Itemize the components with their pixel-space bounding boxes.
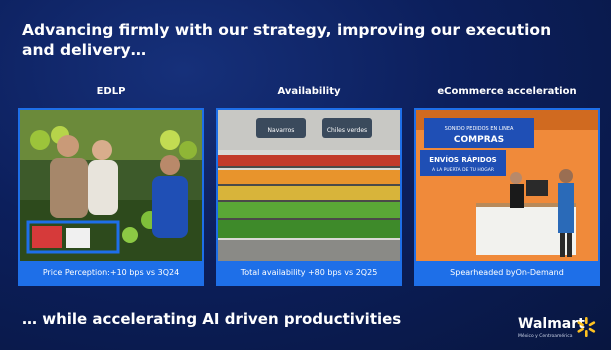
banner-text-4: A LA PUERTA DE TU HOGAR	[432, 167, 494, 173]
store-sign-1: Navarros	[268, 127, 295, 134]
edlp-photo	[20, 110, 202, 261]
walmart-logo: Walmart México y Centroamérica	[518, 316, 608, 346]
availability-photo: Navarros Chiles verdes	[218, 110, 400, 261]
column-label-ecommerce: eCommerce acceleration	[437, 86, 577, 97]
slide-title: Advancing firmly with our strategy, impr…	[22, 21, 552, 59]
caption-edlp: Price Perception:+10 bps vs 3Q24	[20, 261, 202, 284]
column-label-availability: Availability	[277, 86, 341, 97]
spark-icon	[576, 317, 596, 337]
banner-text-1: SONIDO PEDIDOS EN LINEA	[445, 126, 514, 132]
panel-availability: Navarros Chiles verdes Total availabilit…	[216, 108, 402, 286]
column-label-edlp: EDLP	[96, 86, 126, 97]
slide: Advancing firmly with our strategy, impr…	[0, 0, 611, 350]
banner-text-2: COMPRAS	[454, 135, 504, 145]
logo-subtitle: México y Centroamérica	[518, 334, 573, 339]
caption-ecommerce: Spearheaded byOn-Demand	[416, 261, 598, 284]
panel-edlp: Price Perception:+10 bps vs 3Q24	[18, 108, 204, 286]
bottom-statement: … while accelerating AI driven productiv…	[22, 310, 402, 328]
banner-text-3: ENVÍOS RÁPIDOS	[429, 155, 496, 164]
ecommerce-photo: SONIDO PEDIDOS EN LINEA COMPRAS ENVÍOS R…	[416, 110, 598, 261]
store-sign-2: Chiles verdes	[327, 127, 367, 134]
logo-wordmark: Walmart	[518, 316, 585, 332]
caption-availability: Total availability +80 bps vs 2Q25	[218, 261, 400, 284]
panel-ecommerce: SONIDO PEDIDOS EN LINEA COMPRAS ENVÍOS R…	[414, 108, 600, 286]
